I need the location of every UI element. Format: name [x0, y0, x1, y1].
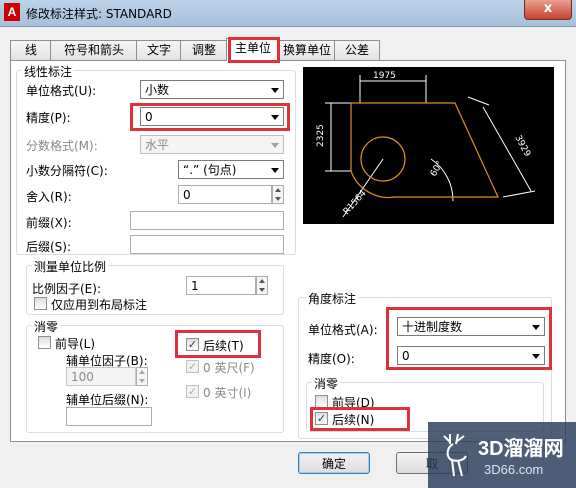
suffix-input[interactable]	[130, 235, 284, 254]
layout-only-label: 仅应用到布局标注	[51, 298, 148, 312]
chevron-down-icon	[271, 143, 279, 148]
angular-trailing-zero-label: 后续(N)	[332, 413, 375, 427]
watermark-url: 3D66.com	[484, 462, 544, 477]
angular-precision-label: 精度(O):	[308, 352, 355, 366]
linear-precision-value: 0	[145, 110, 153, 124]
trailing-zero-label: 后续(T)	[203, 339, 244, 353]
leading-zero-checkbox[interactable]	[38, 336, 51, 349]
angular-unit-format-label: 单位格式(A):	[308, 323, 378, 337]
dimension-preview: 1975 2325 3929 60° R1564	[303, 67, 554, 224]
round-off-label: 舍入(R):	[26, 190, 72, 204]
sub-unit-factor-spinner[interactable]	[136, 367, 148, 386]
round-off-input[interactable]: 0	[178, 185, 272, 204]
zero-inches-checkbox[interactable]	[186, 385, 199, 398]
scale-factor-input[interactable]: 1	[186, 276, 256, 295]
chevron-down-icon	[271, 115, 279, 120]
fraction-format-select[interactable]: 水平	[140, 135, 284, 154]
dim-angle-label: 60°	[429, 160, 446, 179]
sub-unit-suffix-input[interactable]	[66, 407, 152, 426]
angular-leading-zero-checkbox[interactable]	[315, 395, 328, 408]
tab-primary-units[interactable]: 主单位	[226, 38, 280, 61]
linear-dimensions-title: 线性标注	[22, 63, 75, 80]
prefix-label: 前缀(X):	[26, 216, 72, 230]
angular-unit-format-value: 十进制度数	[402, 320, 463, 334]
prefix-input[interactable]	[130, 211, 284, 230]
chevron-down-icon	[532, 325, 540, 330]
trailing-zero-checkbox[interactable]	[186, 338, 199, 351]
autocad-app-icon: A	[4, 3, 20, 21]
linear-unit-format-label: 单位格式(U):	[26, 84, 97, 98]
angular-trailing-zero-checkbox[interactable]	[315, 412, 328, 425]
suffix-label: 后缀(S):	[26, 240, 72, 254]
chevron-down-icon	[271, 88, 279, 93]
dialog-window: A 修改标注样式: STANDARD x 线 符号和箭头 文字 调整 主单位 换…	[0, 0, 576, 488]
spin-down-icon	[259, 288, 265, 292]
dim-right-label: 3929	[512, 134, 532, 159]
leading-zero-label: 前导(L)	[55, 337, 96, 351]
sub-unit-suffix-label: 辅单位后缀(N):	[66, 393, 149, 407]
angular-dimensions-title: 角度标注	[306, 290, 359, 307]
scale-factor-label: 比例因子(E):	[32, 282, 101, 296]
angular-precision-value: 0	[402, 349, 410, 363]
spin-up-icon	[139, 370, 145, 374]
tab-tolerances[interactable]: 公差	[334, 40, 380, 60]
sub-unit-factor-input[interactable]: 100	[66, 367, 136, 386]
linear-precision-label: 精度(P):	[26, 111, 71, 125]
decimal-separator-select[interactable]: “.” (句点)	[178, 160, 284, 179]
dim-radius-label: R1564	[342, 188, 369, 217]
dim-top-label: 1975	[373, 71, 396, 81]
spin-up-icon	[259, 279, 265, 283]
spin-down-icon	[275, 197, 281, 201]
angular-unit-format-select[interactable]: 十进制度数	[397, 317, 545, 336]
zero-suppression-title: 消零	[32, 318, 61, 335]
fraction-format-label: 分数格式(M):	[26, 139, 98, 153]
layout-only-checkbox[interactable]	[34, 297, 47, 310]
angular-precision-select[interactable]: 0	[397, 346, 545, 365]
tab-fit[interactable]: 调整	[180, 40, 228, 60]
round-off-spinner[interactable]	[272, 185, 284, 204]
zero-inches-label: 0 英寸(I)	[203, 386, 252, 400]
chevron-down-icon	[532, 354, 540, 359]
zero-feet-checkbox[interactable]	[186, 360, 199, 373]
tab-symbols-arrows[interactable]: 符号和箭头	[50, 40, 138, 60]
decimal-separator-value: “.” (句点)	[183, 163, 237, 177]
spin-down-icon	[139, 379, 145, 383]
tab-lines[interactable]: 线	[10, 40, 52, 60]
spin-up-icon	[275, 188, 281, 192]
part-outline	[350, 102, 499, 199]
scale-factor-spinner[interactable]	[256, 276, 268, 295]
linear-unit-format-select[interactable]: 小数	[140, 80, 284, 99]
linear-precision-select[interactable]: 0	[140, 107, 284, 126]
tab-alternate-units[interactable]: 换算单位	[278, 40, 336, 60]
title-bar[interactable]: A 修改标注样式: STANDARD x	[0, 0, 576, 27]
tab-text[interactable]: 文字	[136, 40, 182, 60]
linear-unit-format-value: 小数	[145, 83, 170, 97]
window-title: 修改标注样式: STANDARD	[26, 7, 172, 21]
watermark-brand: 3D溜溜网	[478, 438, 564, 460]
fraction-format-value: 水平	[145, 138, 170, 152]
measurement-scale-title: 测量单位比例	[32, 258, 109, 275]
watermark: 3D溜溜网 3D66.com	[428, 422, 576, 488]
ok-button[interactable]: 确定	[298, 452, 370, 474]
angular-leading-zero-label: 前导(D)	[332, 396, 375, 410]
angular-zero-suppression-title: 消零	[312, 375, 341, 392]
close-button[interactable]: x	[524, 0, 572, 20]
chevron-down-icon	[271, 168, 279, 173]
zero-feet-label: 0 英尺(F)	[203, 361, 255, 375]
deer-logo-icon	[443, 433, 467, 477]
decimal-separator-label: 小数分隔符(C):	[26, 164, 108, 178]
dim-left-label: 2325	[316, 124, 326, 147]
preview-drawing: 1975 2325 3929 60° R1564	[316, 71, 536, 218]
